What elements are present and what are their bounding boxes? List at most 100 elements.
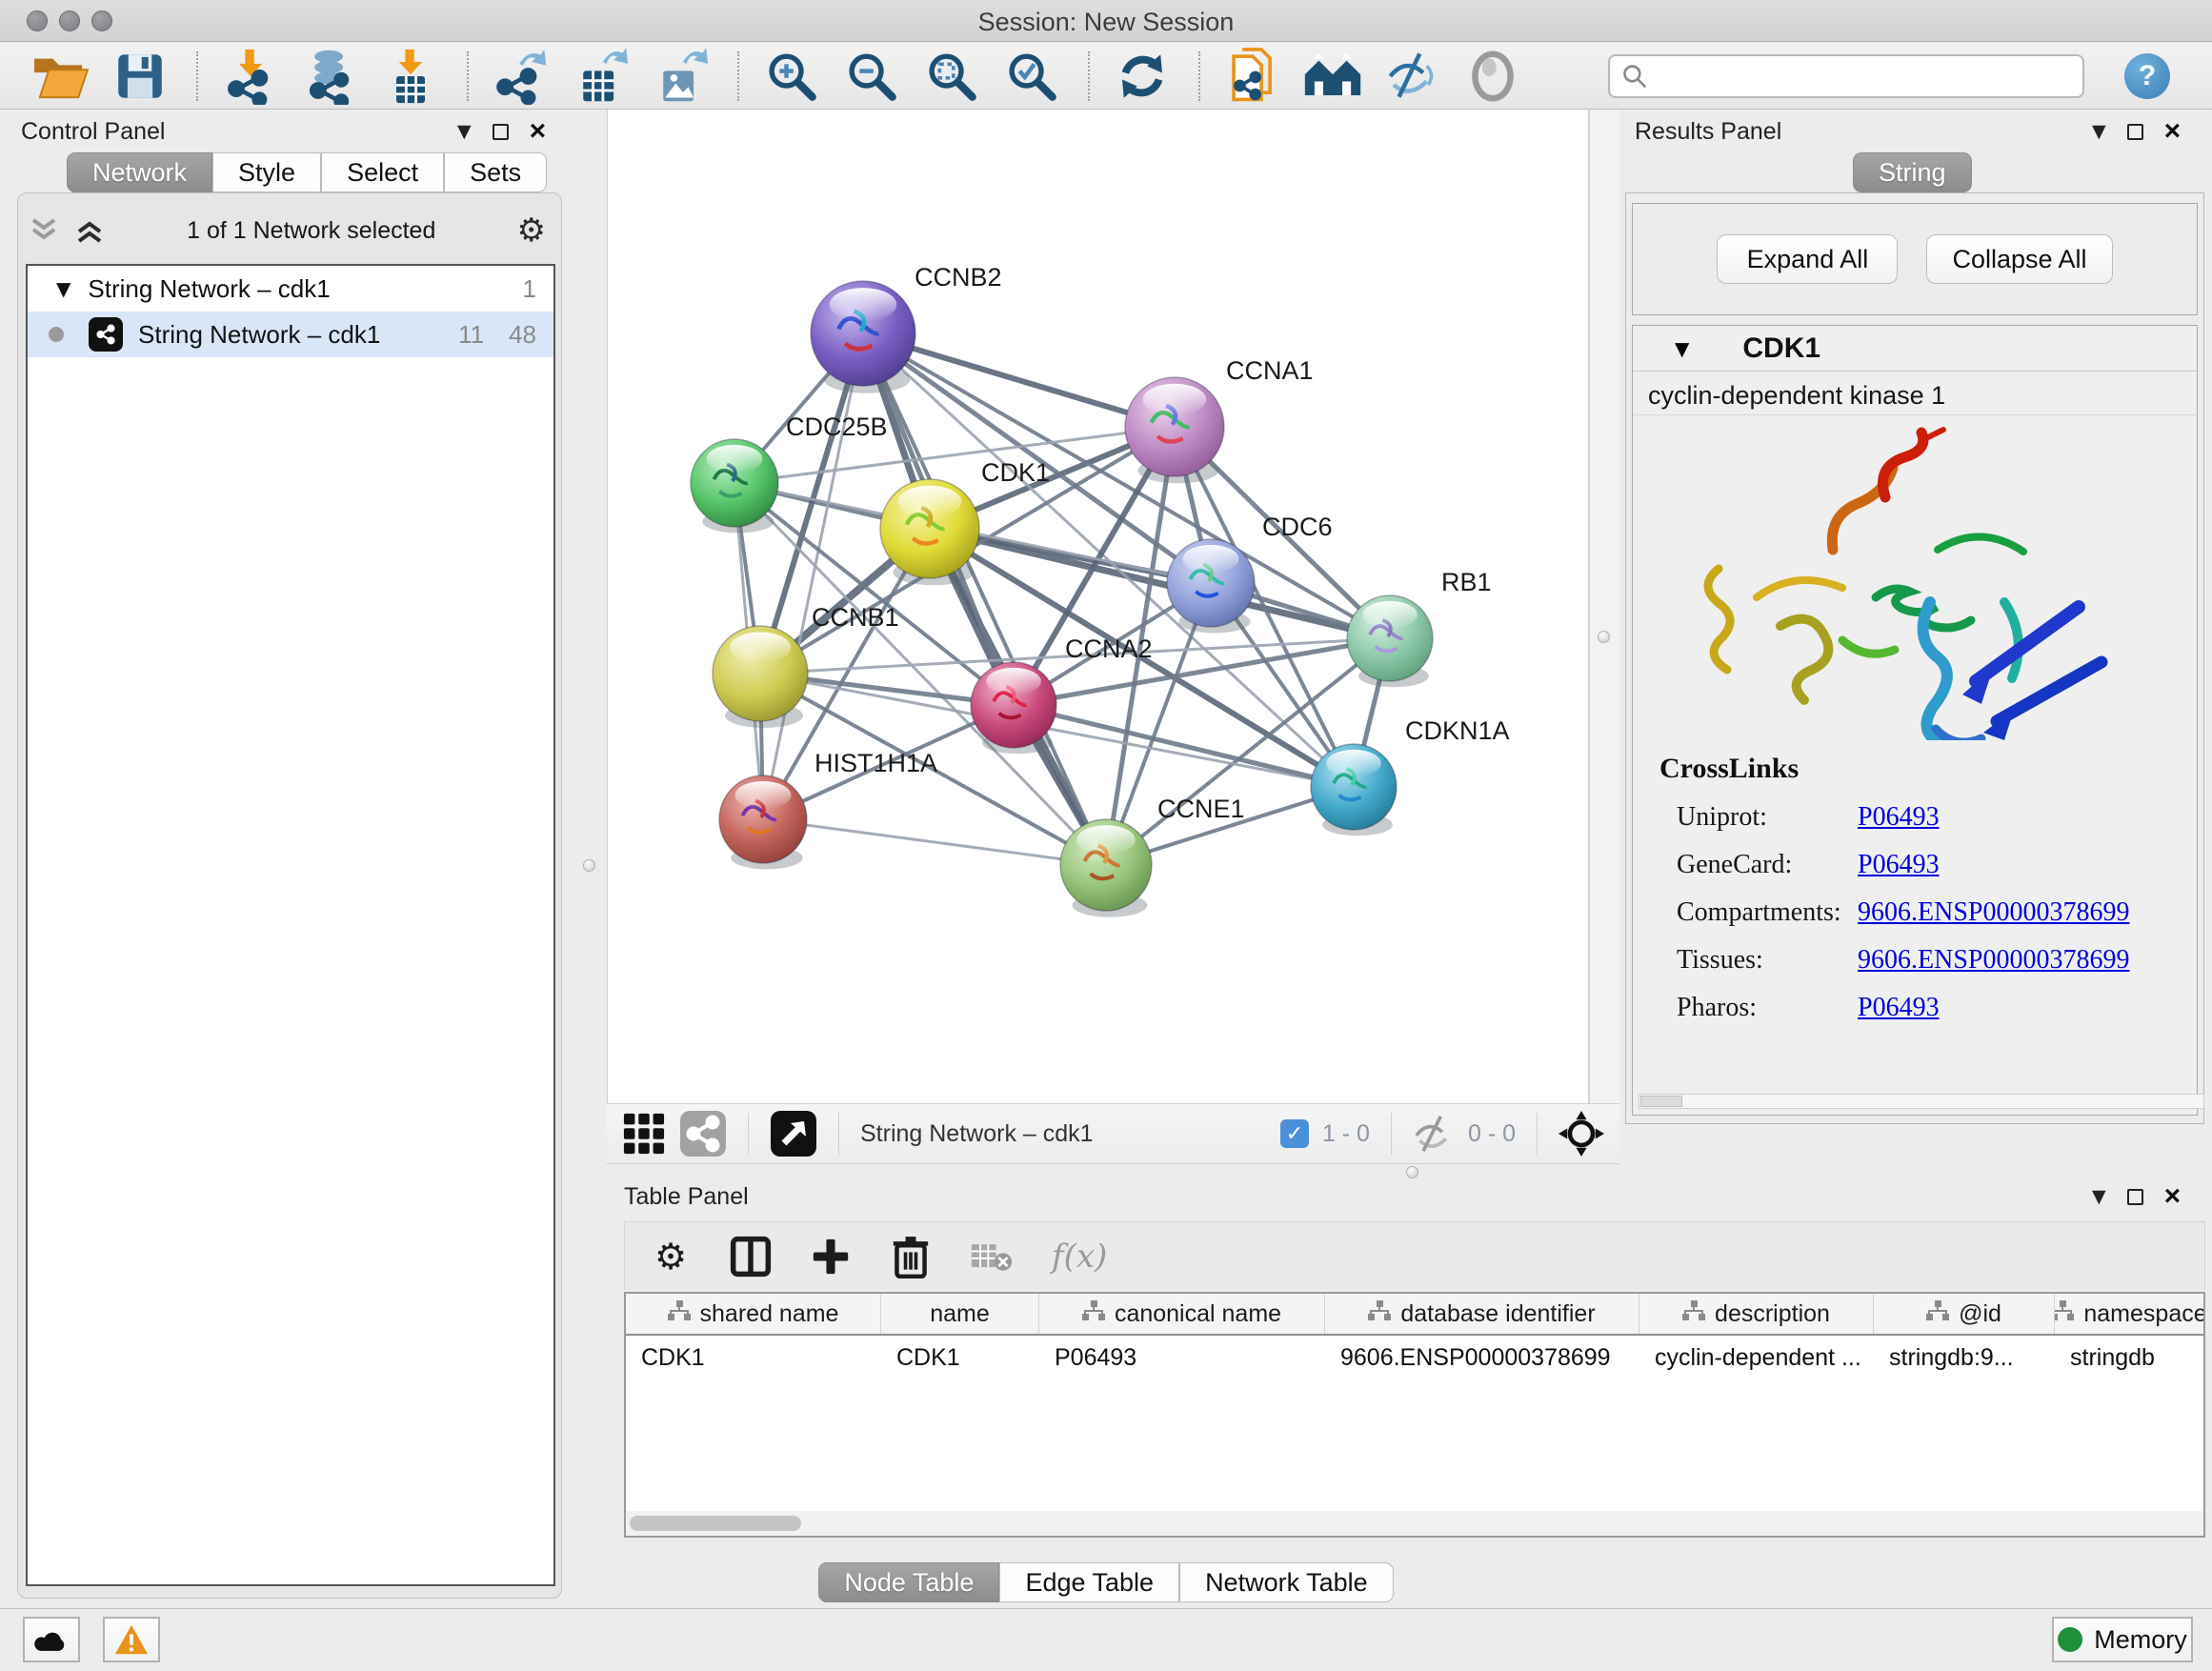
delete-column-icon[interactable] bbox=[890, 1233, 932, 1280]
column-header-@id[interactable]: @id bbox=[1874, 1294, 2055, 1334]
tab-node-table[interactable]: Node Table bbox=[818, 1562, 999, 1602]
expand-all-icon[interactable] bbox=[73, 216, 106, 245]
gene-collapse-arrow-icon[interactable]: ▼ bbox=[1675, 337, 1689, 360]
panel-collapse-icon[interactable]: ▼ bbox=[457, 121, 472, 142]
save-session-button[interactable] bbox=[109, 47, 171, 106]
zoom-in-button[interactable] bbox=[760, 47, 823, 106]
network-node-RB1[interactable]: RB1 bbox=[1347, 568, 1492, 687]
new-network-from-selection-button[interactable] bbox=[1221, 47, 1284, 106]
zoom-fit-button[interactable] bbox=[920, 47, 983, 106]
export-network-button[interactable] bbox=[490, 47, 553, 106]
crosslink-link[interactable]: 9606.ENSP00000378699 bbox=[1858, 897, 2129, 928]
network-canvas[interactable]: CCNB2CCNA1CDC25BCDK1CDC6RB1CCNB1CCNA2CDK… bbox=[607, 110, 1589, 1103]
network-node-CCNE1[interactable]: CCNE1 bbox=[1060, 795, 1245, 917]
tab-sets[interactable]: Sets bbox=[444, 152, 547, 192]
network-node-HIST1H1A[interactable]: HIST1H1A bbox=[719, 749, 937, 869]
import-network-file-button[interactable] bbox=[219, 47, 282, 106]
refresh-button[interactable] bbox=[1111, 47, 1174, 106]
crosslink-link[interactable]: P06493 bbox=[1858, 850, 1940, 880]
node-label-CDK1: CDK1 bbox=[981, 458, 1050, 487]
crosslink-link[interactable]: P06493 bbox=[1858, 802, 1940, 833]
separator bbox=[748, 1113, 749, 1155]
column-header-name[interactable]: name bbox=[881, 1294, 1039, 1334]
column-header-canonical-name[interactable]: canonical name bbox=[1039, 1294, 1325, 1334]
show-all-button[interactable] bbox=[1461, 47, 1524, 106]
tab-style[interactable]: Style bbox=[212, 152, 321, 192]
collapse-all-icon[interactable] bbox=[28, 216, 60, 245]
column-header-database-identifier[interactable]: database identifier bbox=[1325, 1294, 1639, 1334]
network-node-CDK1[interactable]: CDK1 bbox=[880, 458, 1050, 585]
collection-label: String Network – cdk1 bbox=[88, 274, 522, 304]
import-table-button[interactable] bbox=[379, 47, 442, 106]
tab-edge-table[interactable]: Edge Table bbox=[999, 1562, 1179, 1602]
table-row[interactable]: CDK1CDK1P064939606.ENSP00000378699cyclin… bbox=[626, 1336, 2203, 1379]
center-view-crosshair-icon[interactable] bbox=[1558, 1111, 1604, 1157]
panel-collapse-icon[interactable]: ▼ bbox=[2092, 1186, 2106, 1207]
zoom-out-button[interactable] bbox=[840, 47, 903, 106]
column-header-description[interactable]: description bbox=[1639, 1294, 1874, 1334]
panel-float-icon[interactable] bbox=[493, 124, 509, 140]
table-cell[interactable]: stringdb bbox=[2055, 1336, 2204, 1379]
network-node-CCNB1[interactable]: CCNB1 bbox=[713, 603, 899, 728]
help-button[interactable]: ? bbox=[2124, 53, 2170, 99]
edge-HIST1H1A-CCNE1[interactable] bbox=[763, 819, 1106, 865]
tab-network-table[interactable]: Network Table bbox=[1179, 1562, 1394, 1602]
tab-string[interactable]: String bbox=[1853, 152, 1972, 192]
show-columns-icon[interactable] bbox=[730, 1233, 772, 1280]
gene-box-scrollbar[interactable] bbox=[1639, 1094, 2204, 1109]
table-cell[interactable]: stringdb:9... bbox=[1874, 1336, 2055, 1379]
panel-close-icon[interactable]: × bbox=[2164, 117, 2182, 146]
network-collection-row[interactable]: ▼ String Network – cdk1 1 bbox=[28, 266, 553, 312]
birds-eye-view-icon[interactable] bbox=[622, 1112, 666, 1156]
edge-CCNB2-HIST1H1A[interactable] bbox=[763, 333, 863, 819]
network-options-gear-icon[interactable]: ⚙ bbox=[517, 211, 546, 250]
tree-expand-arrow-icon[interactable]: ▼ bbox=[56, 277, 70, 300]
table-cell[interactable]: P06493 bbox=[1039, 1336, 1325, 1379]
network-node-CDC25B[interactable]: CDC25B bbox=[691, 413, 888, 533]
panel-collapse-icon[interactable]: ▼ bbox=[2092, 121, 2106, 142]
panel-float-icon[interactable] bbox=[2127, 124, 2143, 140]
table-horizontal-scrollbar[interactable] bbox=[626, 1511, 2203, 1536]
table-cell[interactable]: cyclin-dependent ... bbox=[1639, 1336, 1874, 1379]
collapse-all-button[interactable]: Collapse All bbox=[1926, 234, 2112, 284]
scrollbar-thumb[interactable] bbox=[630, 1516, 801, 1531]
first-neighbors-button[interactable] bbox=[1301, 47, 1364, 106]
tab-select[interactable]: Select bbox=[321, 152, 444, 192]
column-header-namespace[interactable]: namespace bbox=[2055, 1294, 2204, 1334]
node-label-CCNB2: CCNB2 bbox=[915, 263, 1002, 292]
add-column-icon[interactable] bbox=[810, 1233, 852, 1280]
open-session-button[interactable] bbox=[29, 47, 91, 106]
selected-checkbox-icon[interactable]: ✓ bbox=[1280, 1119, 1309, 1148]
edge-CCNB2-CCNE1[interactable] bbox=[863, 333, 1106, 865]
table-cell[interactable]: CDK1 bbox=[626, 1336, 881, 1379]
table-options-gear-icon[interactable]: ⚙ bbox=[650, 1233, 692, 1280]
expand-all-button[interactable]: Expand All bbox=[1717, 234, 1898, 284]
network-row[interactable]: String Network – cdk1 11 48 bbox=[28, 312, 553, 357]
memory-button[interactable]: Memory bbox=[2052, 1617, 2193, 1662]
network-node-CCNA1[interactable]: CCNA1 bbox=[1125, 356, 1314, 483]
zoom-selected-button[interactable] bbox=[1000, 47, 1063, 106]
export-image-button[interactable] bbox=[650, 47, 713, 106]
right-splitter-grip[interactable] bbox=[1598, 631, 1610, 643]
tab-network[interactable]: Network bbox=[67, 152, 212, 192]
network-node-CDKN1A[interactable]: CDKN1A bbox=[1311, 716, 1510, 836]
horizontal-splitter-grip[interactable] bbox=[1406, 1166, 1418, 1178]
cloud-button[interactable] bbox=[23, 1617, 80, 1662]
detach-view-icon[interactable] bbox=[770, 1110, 817, 1158]
warnings-button[interactable] bbox=[103, 1617, 160, 1662]
panel-float-icon[interactable] bbox=[2127, 1189, 2143, 1205]
panel-close-icon[interactable]: × bbox=[530, 117, 547, 146]
import-network-database-button[interactable] bbox=[299, 47, 362, 106]
column-header-shared-name[interactable]: shared name bbox=[626, 1294, 881, 1334]
left-splitter-grip[interactable] bbox=[583, 859, 595, 872]
panel-close-icon[interactable]: × bbox=[2164, 1182, 2182, 1211]
hide-selected-button[interactable] bbox=[1381, 47, 1444, 106]
crosslink-link[interactable]: P06493 bbox=[1858, 993, 1940, 1023]
gene-header-row[interactable]: ▼ CDK1 bbox=[1633, 326, 2197, 372]
table-cell[interactable]: 9606.ENSP00000378699 bbox=[1325, 1336, 1639, 1379]
search-input[interactable] bbox=[1608, 54, 2084, 98]
export-table-button[interactable] bbox=[570, 47, 633, 106]
table-cell[interactable]: CDK1 bbox=[881, 1336, 1039, 1379]
crosslink-link[interactable]: 9606.ENSP00000378699 bbox=[1858, 945, 2129, 976]
share-network-icon[interactable] bbox=[679, 1110, 727, 1158]
